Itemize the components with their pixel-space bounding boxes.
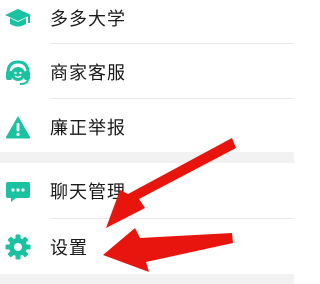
menu-item-integrity-report[interactable]: 廉正举报: [0, 99, 294, 155]
unread-dot: [138, 187, 145, 194]
menu-item-duoduo-university[interactable]: 多多大学: [0, 0, 294, 46]
menu-item-merchant-service[interactable]: 商家客服: [0, 44, 294, 100]
chat-bubble-icon: [4, 177, 32, 205]
menu-group-top: 多多大学 商家客服 廉正举报: [0, 0, 294, 152]
graduation-cap-icon: [4, 4, 32, 32]
menu-item-label: 商家客服: [50, 63, 126, 84]
warning-triangle-icon: [4, 113, 32, 141]
settings-menu-screen: 多多大学 商家客服 廉正举报 聊天管理 设置: [0, 0, 294, 284]
gear-icon: [4, 233, 32, 261]
menu-item-settings[interactable]: 设置: [0, 219, 294, 275]
menu-item-label: 设置: [50, 238, 88, 259]
menu-item-label: 聊天管理: [50, 182, 126, 203]
menu-item-label: 多多大学: [50, 9, 126, 30]
menu-item-chat-management[interactable]: 聊天管理: [0, 163, 294, 219]
headset-agent-icon: [4, 58, 32, 86]
menu-group-bottom: 聊天管理 设置: [0, 163, 294, 274]
menu-item-label: 廉正举报: [50, 118, 126, 139]
